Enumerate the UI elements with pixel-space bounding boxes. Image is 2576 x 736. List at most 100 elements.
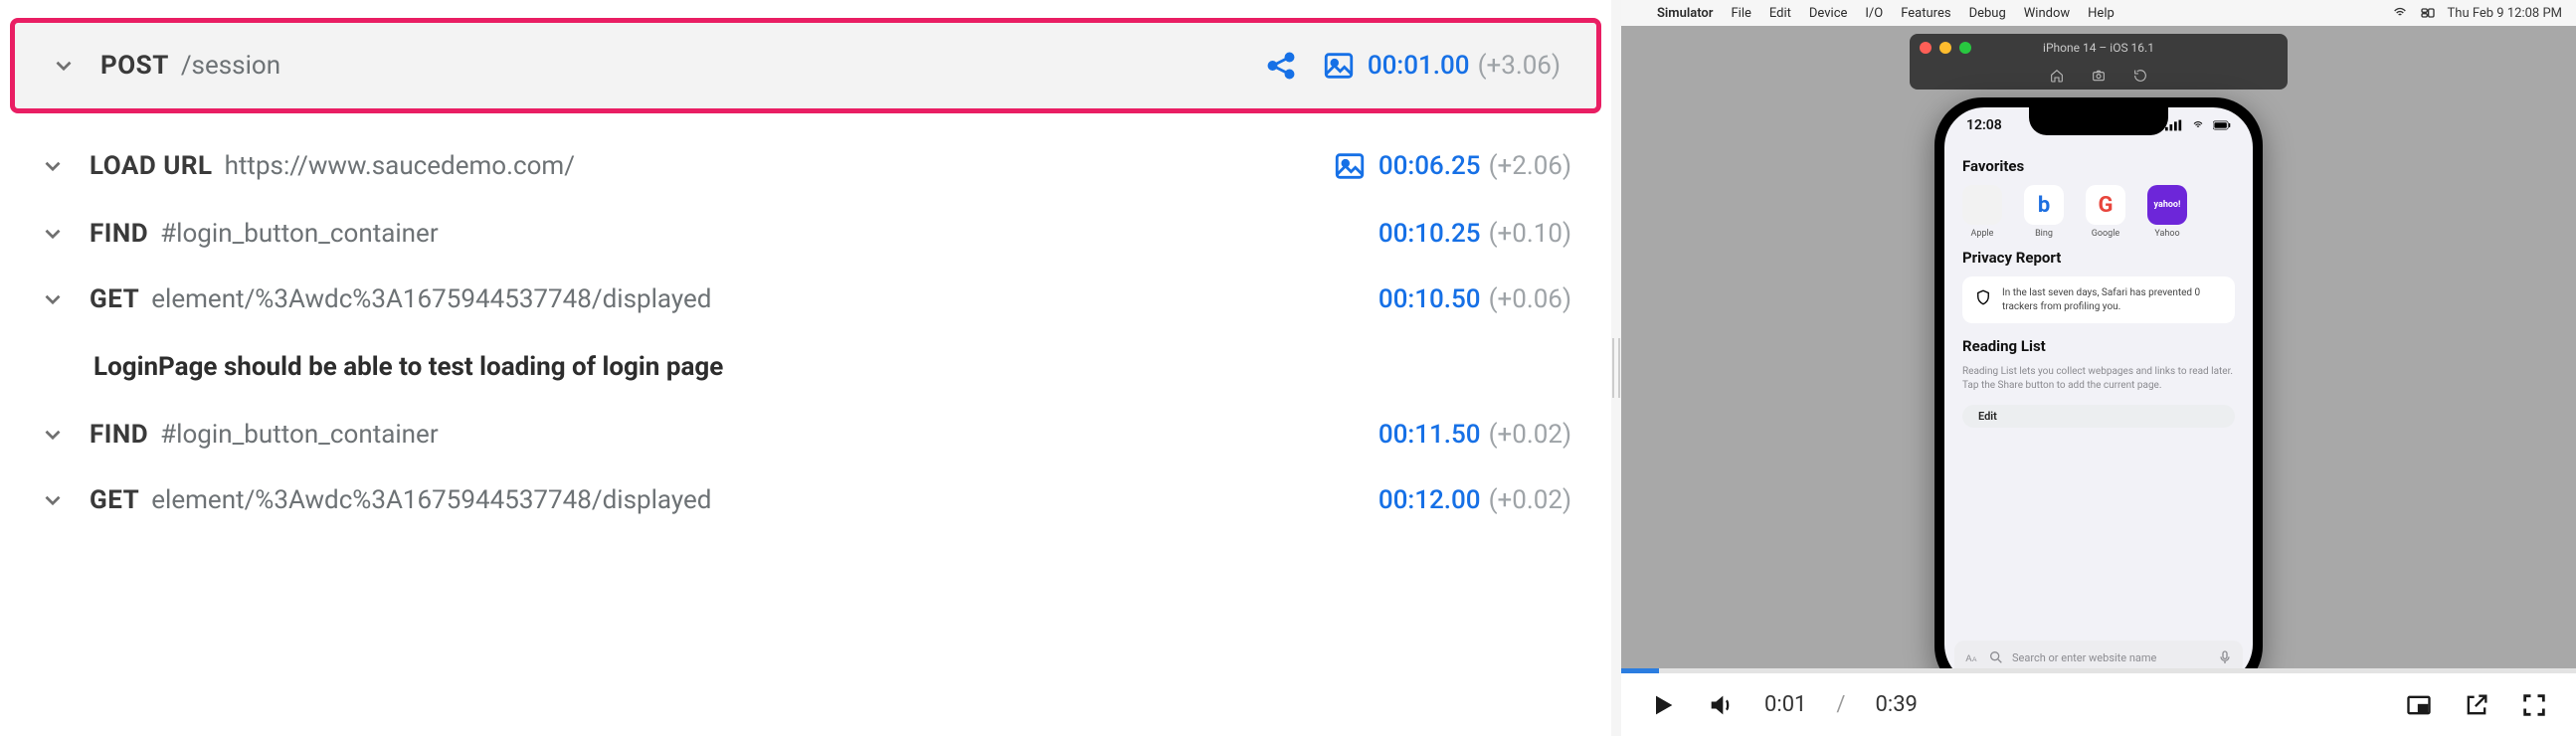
command-time-delta: (+0.06) <box>1489 284 1571 314</box>
command-time-delta: (+2.06) <box>1489 151 1571 181</box>
privacy-report-text: In the last seven days, Safari has preve… <box>2002 286 2223 313</box>
command-time-delta: (+0.02) <box>1489 420 1571 450</box>
command-time: 00:11.50 <box>1379 420 1481 450</box>
expand-chevron-icon[interactable] <box>40 422 66 448</box>
command-verb: POST <box>100 51 169 81</box>
command-path: /session <box>181 51 280 81</box>
command-verb: LOAD URL <box>90 151 213 181</box>
video-controls-bar: 0:01 / 0:39 <box>1621 672 2576 736</box>
volume-button[interactable] <box>1707 691 1735 719</box>
window-traffic-lights[interactable] <box>1920 42 1971 54</box>
favorite-label: Yahoo <box>2154 229 2179 239</box>
command-path: element/%3Awdc%3A1675944537748/displayed <box>151 485 711 515</box>
screenshot-icon[interactable] <box>2091 68 2107 84</box>
device-frame: 12:08 Favorites Apple b Bing G Google yahoo!Y… <box>1934 97 2263 672</box>
wifi-icon <box>2189 119 2207 131</box>
control-center-icon[interactable] <box>2420 5 2436 21</box>
command-row[interactable]: POST/session00:01.00(+3.06) <box>10 18 1601 113</box>
simulator-window: iPhone 14 – iOS 16.1 12:08 <box>1910 34 2288 672</box>
favorite-item[interactable]: Apple <box>1962 185 2002 239</box>
command-path: https://www.saucedemo.com/ <box>225 151 575 181</box>
fullscreen-button[interactable] <box>2520 691 2548 719</box>
expand-chevron-icon[interactable] <box>40 221 66 247</box>
privacy-report-card[interactable]: In the last seven days, Safari has preve… <box>1962 276 2235 323</box>
command-time: 00:12.00 <box>1379 485 1481 515</box>
status-clock: 12:08 <box>1966 117 2002 133</box>
video-frame: Simulator File Edit Device I/O Features … <box>1621 0 2576 672</box>
simulator-titlebar[interactable]: iPhone 14 – iOS 16.1 <box>1910 34 2288 62</box>
video-progress-bar[interactable] <box>1621 668 2576 673</box>
favorite-label: Apple <box>1971 229 1994 239</box>
rotate-icon[interactable] <box>2132 68 2148 84</box>
command-row[interactable]: FIND#login_button_container00:10.25(+0.1… <box>0 201 1611 267</box>
favorite-item[interactable]: yahoo!Yahoo <box>2147 185 2187 239</box>
cellular-icon <box>2165 119 2183 131</box>
svg-text:A: A <box>1972 656 1977 663</box>
privacy-heading: Privacy Report <box>1962 249 2235 267</box>
play-button[interactable] <box>1649 691 1677 719</box>
command-verb: GET <box>90 485 139 515</box>
search-placeholder: Search or enter website name <box>2012 651 2209 664</box>
edit-button[interactable]: Edit <box>1962 405 2235 428</box>
favorites-heading: Favorites <box>1962 157 2235 175</box>
shield-icon <box>1974 288 1992 306</box>
command-log-panel: POST/session00:01.00(+3.06) LOAD URL https… <box>0 0 1611 736</box>
test-section-label: LoginPage should be able to test loading… <box>0 332 1611 402</box>
favorite-icon: b <box>2024 185 2064 225</box>
favorite-label: Bing <box>2035 229 2053 239</box>
device-screen[interactable]: 12:08 Favorites Apple b Bing G Google yahoo!Y… <box>1944 107 2253 672</box>
command-row[interactable]: GET element/%3Awdc%3A1675944537748/displa… <box>0 467 1611 533</box>
command-time: 00:10.50 <box>1379 284 1481 314</box>
menubar-app-name[interactable]: Simulator <box>1657 6 1713 21</box>
command-time: 00:10.25 <box>1379 219 1481 249</box>
menu-device[interactable]: Device <box>1809 6 1848 21</box>
battery-icon <box>2213 119 2231 131</box>
expand-chevron-icon[interactable] <box>51 53 77 79</box>
share-icon[interactable] <box>1264 49 1298 83</box>
panel-resize-handle[interactable] <box>1611 0 1621 736</box>
menu-features[interactable]: Features <box>1901 6 1950 21</box>
reading-list-heading: Reading List <box>1962 337 2235 355</box>
favorite-item[interactable]: G Google <box>2086 185 2125 239</box>
menu-window[interactable]: Window <box>2024 6 2070 21</box>
screenshot-icon[interactable] <box>1322 49 1356 83</box>
close-window-icon[interactable] <box>1920 42 1932 54</box>
screenshot-icon[interactable] <box>1333 149 1367 183</box>
device-notch <box>2029 107 2168 135</box>
reading-list-text: Reading List lets you collect webpages a… <box>1962 365 2235 393</box>
menu-io[interactable]: I/O <box>1865 6 1883 21</box>
expand-chevron-icon[interactable] <box>40 286 66 312</box>
favorite-icon: G <box>2086 185 2125 225</box>
command-time-delta: (+3.06) <box>1478 51 1561 81</box>
video-panel: Simulator File Edit Device I/O Features … <box>1621 0 2576 736</box>
command-row[interactable]: LOAD URL https://www.saucedemo.com/00:06.… <box>0 131 1611 201</box>
picture-in-picture-button[interactable] <box>2405 691 2433 719</box>
expand-chevron-icon[interactable] <box>40 487 66 513</box>
menu-file[interactable]: File <box>1731 6 1750 21</box>
command-row[interactable]: GET element/%3Awdc%3A1675944537748/displa… <box>0 267 1611 332</box>
command-path: element/%3Awdc%3A1675944537748/displayed <box>151 284 711 314</box>
favorite-item[interactable]: b Bing <box>2024 185 2064 239</box>
zoom-window-icon[interactable] <box>1959 42 1971 54</box>
command-row[interactable]: FIND#login_button_container00:11.50(+0.0… <box>0 402 1611 467</box>
simulator-toolbar <box>1910 62 2288 90</box>
simulator-title: iPhone 14 – iOS 16.1 <box>2043 41 2154 55</box>
text-size-icon[interactable]: AA <box>1964 649 1980 665</box>
favorites-row: Apple b Bing G Google yahoo!Yahoo <box>1962 185 2235 239</box>
command-verb: FIND <box>90 219 148 249</box>
menu-edit[interactable]: Edit <box>1769 6 1791 21</box>
menu-debug[interactable]: Debug <box>1969 6 2006 21</box>
home-icon[interactable] <box>2049 68 2065 84</box>
minimize-window-icon[interactable] <box>1939 42 1951 54</box>
popout-button[interactable] <box>2463 691 2490 719</box>
command-time-delta: (+0.02) <box>1489 485 1571 515</box>
command-verb: GET <box>90 284 139 314</box>
expand-chevron-icon[interactable] <box>40 153 66 179</box>
favorite-label: Google <box>2092 229 2119 239</box>
menu-help[interactable]: Help <box>2088 6 2115 21</box>
voice-search-icon[interactable] <box>2217 649 2233 665</box>
command-time: 00:06.25 <box>1379 151 1481 181</box>
favorite-icon <box>1962 185 2002 225</box>
command-path: #login_button_container <box>160 420 439 450</box>
video-total-time: 0:39 <box>1876 692 1918 717</box>
